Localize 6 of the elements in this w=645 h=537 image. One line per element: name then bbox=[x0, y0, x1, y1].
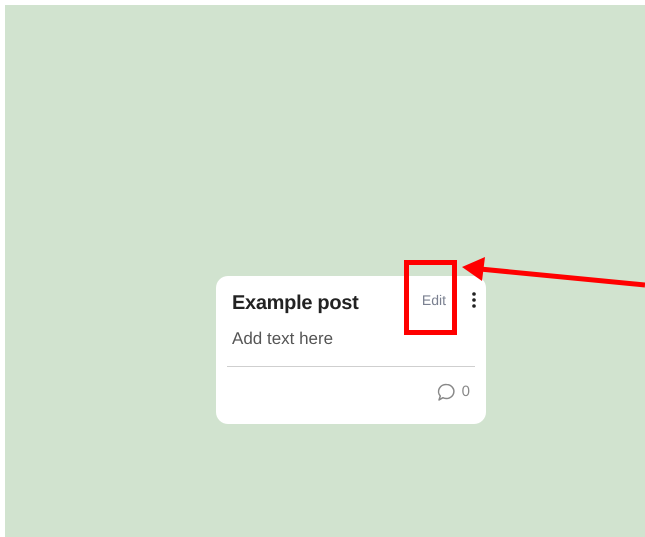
more-options-icon[interactable] bbox=[472, 292, 476, 308]
edit-button[interactable]: Edit bbox=[422, 291, 446, 309]
post-body: Add text here bbox=[231, 328, 334, 350]
comment-icon[interactable] bbox=[436, 382, 456, 402]
comment-count: 0 bbox=[462, 382, 470, 402]
post-title: Example post bbox=[232, 291, 358, 316]
